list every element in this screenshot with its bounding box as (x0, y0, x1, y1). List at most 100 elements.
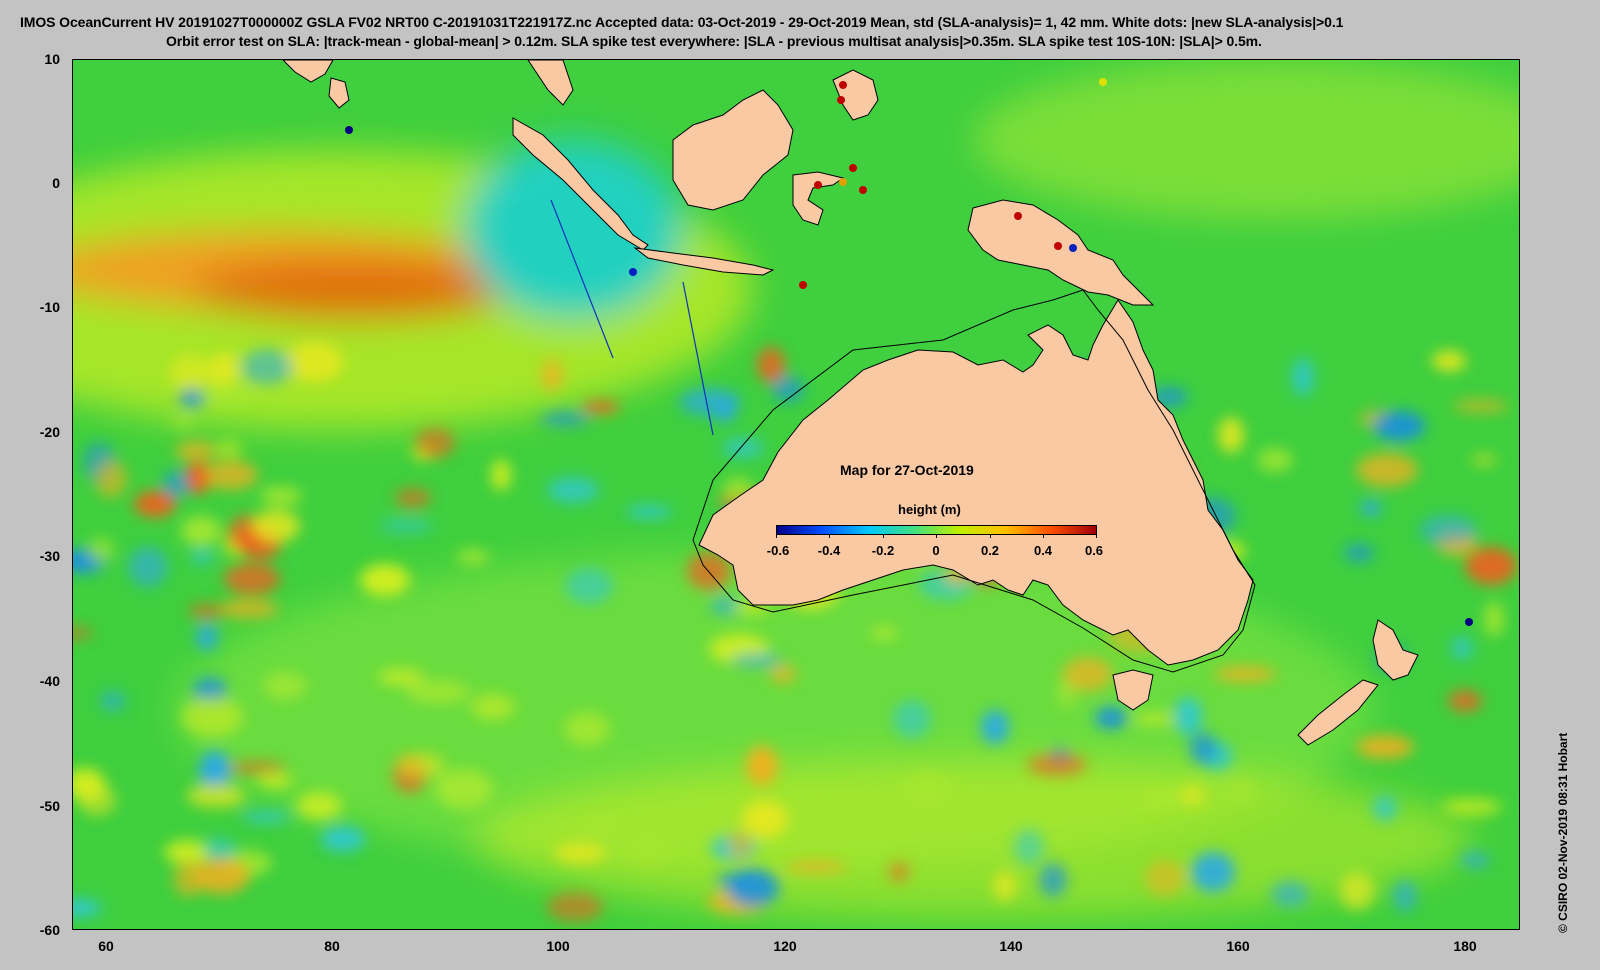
ocean-eddy (88, 537, 114, 563)
ocean-eddy (1039, 863, 1067, 897)
ocean-eddy (731, 653, 781, 667)
ocean-eddy (435, 769, 493, 809)
ocean-eddy (728, 832, 752, 858)
anomaly-orange-core (193, 260, 513, 320)
ocean-eddy (204, 460, 258, 490)
ocean-eddy (1356, 735, 1414, 759)
ocean-eddy (406, 680, 470, 704)
ocean-eddy (241, 811, 291, 823)
y-tick-label: -60 (39, 922, 60, 938)
y-tick-label: -50 (39, 798, 60, 814)
colorbar-tick-label: 0.4 (1033, 543, 1053, 558)
ocean-eddy (621, 834, 673, 866)
flagged-data-dot (345, 126, 353, 134)
ocean-eddy (1271, 881, 1309, 907)
ocean-eddy (993, 871, 1017, 901)
y-tick-label: -10 (39, 299, 60, 315)
x-tick-label: 120 (773, 938, 797, 954)
ocean-eddy (95, 460, 127, 498)
ocean-eddy (1095, 707, 1127, 729)
flagged-data-dot (799, 281, 807, 289)
ocean-eddy (1214, 667, 1276, 681)
flagged-data-dot (1099, 78, 1107, 86)
ocean-eddy (471, 694, 515, 720)
ocean-eddy (770, 665, 796, 683)
ocean-eddy (216, 440, 242, 458)
flagged-data-dot (859, 186, 867, 194)
ocean-eddy (746, 746, 778, 786)
y-tick-label: 10 (44, 51, 60, 67)
ocean-eddy (169, 414, 197, 428)
ocean-eddy (263, 672, 307, 700)
ocean-eddy (582, 401, 620, 413)
ocean-eddy (1063, 657, 1113, 691)
ocean-eddy (1226, 777, 1256, 803)
ocean-eddy (181, 516, 221, 546)
y-tick-label: -20 (39, 424, 60, 440)
x-tick-label: 180 (1453, 938, 1477, 954)
flagged-data-dot (1465, 618, 1473, 626)
ocean-eddy (175, 441, 217, 461)
flagged-data-dot (1069, 244, 1077, 252)
colorbar-tick-mark (990, 534, 991, 538)
flagged-data-dot (849, 164, 857, 172)
ocean-eddy (1133, 713, 1177, 725)
ocean-eddy (181, 697, 243, 737)
sla-map-canvas (73, 60, 1519, 929)
ocean-eddy (564, 712, 610, 746)
x-tick-label: 80 (324, 938, 340, 954)
y-tick-label: -40 (39, 673, 60, 689)
sla-map (72, 59, 1520, 930)
colorbar-tick-mark (829, 534, 830, 538)
ocean-eddy (1344, 544, 1374, 562)
flagged-data-dot (629, 268, 637, 276)
colorbar-tick-label: 0.6 (1084, 543, 1104, 558)
ocean-eddy (1180, 784, 1206, 806)
ocean-eddy (1484, 601, 1504, 637)
flagged-data-dot (837, 96, 845, 104)
ocean-eddy (1218, 417, 1244, 453)
ocean-eddy (1448, 690, 1482, 712)
ocean-eddy (1174, 697, 1202, 735)
ocean-eddy (1292, 358, 1314, 396)
colorbar-title: height (m) (898, 502, 961, 517)
ocean-eddy (241, 349, 293, 385)
colorbar-tick-label: 0 (932, 543, 940, 558)
map-title-line-2: Orbit error test on SLA: |track-mean - g… (166, 33, 1262, 49)
ocean-eddy (981, 710, 1009, 744)
ocean-eddy (540, 411, 590, 427)
ocean-eddy (169, 354, 213, 390)
ocean-eddy (456, 549, 490, 565)
ocean-eddy (1471, 454, 1497, 466)
ocean-eddy (870, 626, 898, 640)
ocean-eddy (379, 518, 433, 534)
ocean-eddy (164, 840, 210, 864)
colorbar-tick-label: 0.2 (980, 543, 1000, 558)
ocean-eddy (901, 771, 953, 807)
ocean-eddy (188, 604, 224, 618)
flagged-data-dot (1014, 212, 1022, 220)
x-tick-label: 100 (546, 938, 570, 954)
ocean-eddy (742, 800, 788, 838)
ocean-eddy (395, 488, 431, 508)
ocean-eddy (163, 471, 189, 497)
ocean-eddy (397, 753, 445, 777)
ocean-eddy (1393, 880, 1417, 912)
map-date-label: Map for 27-Oct-2019 (840, 462, 974, 478)
ocean-eddy (1360, 500, 1382, 516)
ocean-eddy (582, 817, 624, 833)
ocean-eddy (260, 486, 302, 506)
ocean-eddy (757, 347, 785, 383)
flagged-data-dot (814, 181, 822, 189)
colorbar-tick-mark (883, 534, 884, 538)
y-tick-label: -30 (39, 548, 60, 564)
ocean-eddy (228, 762, 286, 774)
x-tick-label: 160 (1226, 938, 1250, 954)
ocean-eddy (296, 792, 342, 820)
ocean-eddy (1027, 754, 1087, 776)
ocean-eddy (1419, 515, 1477, 545)
ocean-eddy (1465, 547, 1517, 585)
ocean-eddy (1442, 798, 1502, 816)
ocean-eddy (199, 751, 231, 789)
colorbar-tick-mark (1096, 534, 1097, 538)
